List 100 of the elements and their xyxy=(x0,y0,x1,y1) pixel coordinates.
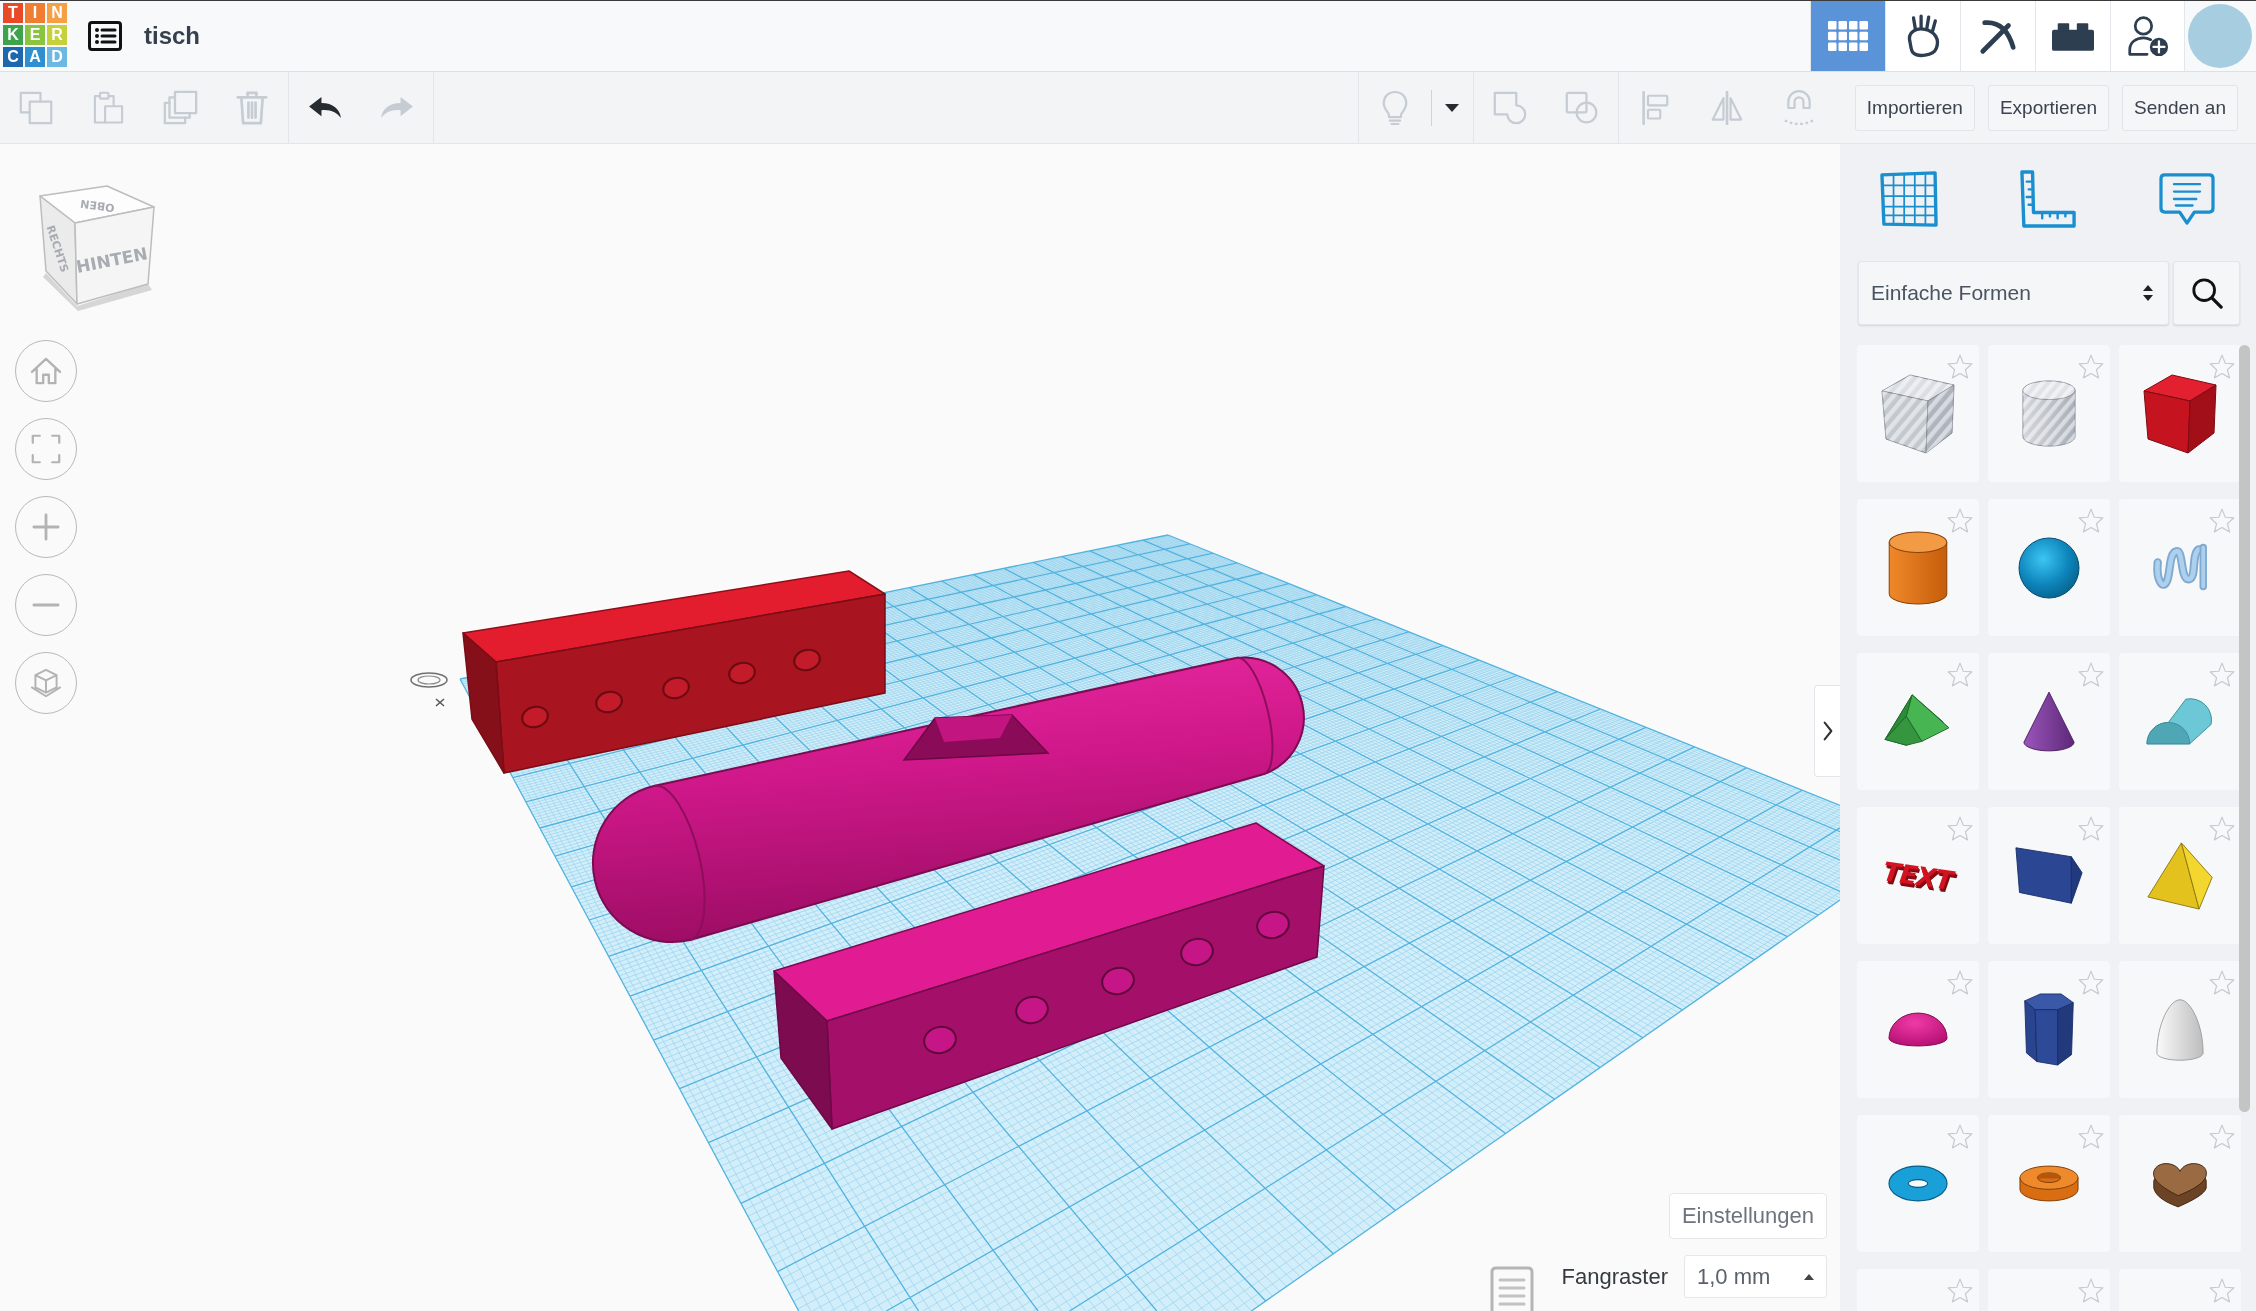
cube-face-label: OBEN xyxy=(79,196,116,215)
star-icon[interactable] xyxy=(2078,1124,2104,1149)
add-user-icon[interactable] xyxy=(2126,15,2169,57)
ring-marker-icon xyxy=(410,672,448,707)
shape-tile[interactable] xyxy=(2119,961,2241,1098)
star-icon[interactable] xyxy=(2209,970,2235,995)
star-icon[interactable] xyxy=(1947,1124,1973,1149)
logo-tile: R xyxy=(47,25,67,45)
star-icon[interactable] xyxy=(2078,354,2104,379)
text-shape-label: TEXT xyxy=(1881,855,1955,896)
scrollbar-thumb[interactable] xyxy=(2239,345,2250,1112)
shape-tile[interactable] xyxy=(1857,961,1979,1098)
striped-cube-icon xyxy=(1881,373,1955,454)
cylinder-icon xyxy=(1888,530,1948,605)
shape-tile[interactable] xyxy=(1988,807,2110,944)
caret-icon[interactable] xyxy=(1445,103,1460,112)
search-icon[interactable] xyxy=(2190,277,2223,309)
snap-grid-select[interactable]: 1,0 mm xyxy=(1684,1255,1827,1298)
import-button[interactable]: Importieren xyxy=(1854,84,1975,131)
design-title[interactable]: tisch xyxy=(144,22,200,50)
shape-tile[interactable] xyxy=(1988,1115,2110,1252)
caret-icon[interactable] xyxy=(1804,1273,1814,1280)
shape-tile[interactable] xyxy=(2119,807,2241,944)
send-to-button[interactable]: Senden an xyxy=(2122,84,2238,131)
undo-icon[interactable] xyxy=(308,96,342,119)
corner-brackets-icon[interactable] xyxy=(31,434,61,464)
logo-tile: A xyxy=(25,47,45,67)
logo-tile: K xyxy=(3,25,23,45)
shape-tile[interactable] xyxy=(1988,499,2110,636)
pyramid-icon xyxy=(2146,840,2214,911)
striped-cylinder-icon xyxy=(2022,380,2076,447)
wedge-icon xyxy=(2014,846,2084,905)
shape-tile[interactable] xyxy=(2119,653,2241,790)
grid-icon[interactable] xyxy=(1828,21,1868,51)
shape-tile[interactable] xyxy=(1857,345,1979,482)
cube-face-label: HINTEN xyxy=(74,243,150,277)
star-icon[interactable] xyxy=(2209,816,2235,841)
grid-icon[interactable] xyxy=(1880,171,1939,227)
shape-tile[interactable] xyxy=(1857,653,1979,790)
minus-icon[interactable] xyxy=(32,602,60,608)
ruler-icon[interactable] xyxy=(2020,170,2076,228)
logo-tile: N xyxy=(47,3,67,23)
chevron-icon[interactable] xyxy=(1822,720,1833,742)
shape-tile[interactable] xyxy=(1988,653,2110,790)
star-icon[interactable] xyxy=(2078,816,2104,841)
settings-button[interactable]: Einstellungen xyxy=(1668,1193,1827,1239)
star-icon[interactable] xyxy=(1947,354,1973,379)
shape-tile[interactable] xyxy=(1988,961,2110,1098)
shape-tile[interactable] xyxy=(1988,345,2110,482)
star-icon[interactable] xyxy=(2078,1278,2104,1303)
nav-tab[interactable] xyxy=(1885,1,1960,71)
shape-tile[interactable] xyxy=(1857,499,1979,636)
list-icon[interactable] xyxy=(88,21,122,51)
sphere-icon xyxy=(2018,536,2080,599)
star-icon[interactable] xyxy=(2209,662,2235,687)
star-icon[interactable] xyxy=(1947,970,1973,995)
half-cylinder-icon xyxy=(2146,698,2214,745)
speech-bubble-icon[interactable] xyxy=(2158,173,2215,225)
search-button[interactable] xyxy=(2173,261,2240,325)
up-down-caret-icon[interactable] xyxy=(2142,284,2154,302)
torus-icon xyxy=(1888,1165,1948,1202)
category-select[interactable]: Einfache Formen xyxy=(1858,261,2169,325)
shape-tile[interactable] xyxy=(2119,499,2241,636)
logo-tile: C xyxy=(3,47,23,67)
plus-icon[interactable] xyxy=(32,513,60,541)
snap-grid-label: Fangraster xyxy=(1561,1263,1668,1290)
export-button[interactable]: Exportieren xyxy=(1987,84,2110,131)
cone-icon xyxy=(2023,691,2075,752)
brick-icon[interactable] xyxy=(2052,21,2094,51)
note-icon[interactable] xyxy=(1490,1266,1534,1311)
star-icon[interactable] xyxy=(1947,816,1973,841)
star-icon[interactable] xyxy=(2209,1278,2235,1303)
star-icon[interactable] xyxy=(2209,508,2235,533)
hand-icon[interactable] xyxy=(1905,14,1941,58)
hexagonal-prism-icon xyxy=(2023,992,2075,1067)
star-icon[interactable] xyxy=(2078,508,2104,533)
logo-tile: D xyxy=(47,47,67,67)
invite-button[interactable] xyxy=(2110,1,2185,71)
logo-tile: I xyxy=(25,3,45,23)
shape-tile[interactable]: TEXT xyxy=(1857,807,1979,944)
pickaxe-icon[interactable] xyxy=(1979,17,2017,55)
star-icon[interactable] xyxy=(2078,970,2104,995)
star-icon[interactable] xyxy=(1947,508,1973,533)
cube-icon xyxy=(2143,373,2217,454)
star-icon[interactable] xyxy=(2209,1124,2235,1149)
shape-tile[interactable] xyxy=(2119,345,2241,482)
nav-tab[interactable] xyxy=(2035,1,2110,71)
star-icon[interactable] xyxy=(1947,662,1973,687)
star-icon[interactable] xyxy=(2078,662,2104,687)
logo-tile: E xyxy=(25,25,45,45)
dome-icon xyxy=(1888,1012,1948,1047)
logo-tile: T xyxy=(3,3,23,23)
cube-icon[interactable] xyxy=(30,668,62,698)
tube-icon xyxy=(2019,1165,2079,1202)
nav-tab[interactable] xyxy=(1960,1,2035,71)
home-icon[interactable] xyxy=(30,357,62,385)
star-icon[interactable] xyxy=(1947,1278,1973,1303)
shape-tile[interactable] xyxy=(2119,1115,2241,1252)
shape-tile[interactable] xyxy=(1857,1115,1979,1252)
star-icon[interactable] xyxy=(2209,354,2235,379)
